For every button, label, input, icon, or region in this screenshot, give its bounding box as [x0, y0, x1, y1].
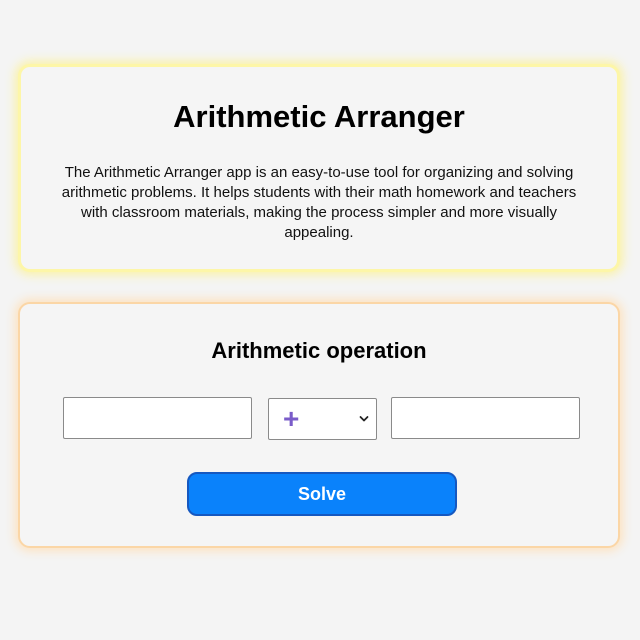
operator-selected-value: +	[283, 403, 300, 434]
operation-card: Arithmetic operation + Solve	[18, 302, 620, 548]
operator-select[interactable]: +	[268, 398, 377, 440]
chevron-down-icon	[359, 416, 369, 422]
intro-description: The Arithmetic Arranger app is an easy-t…	[61, 164, 577, 241]
second-operand-input[interactable]	[391, 397, 580, 439]
operation-title: Arithmetic operation	[211, 338, 427, 363]
solve-button[interactable]: Solve	[187, 472, 457, 516]
first-operand-input[interactable]	[63, 397, 252, 439]
intro-card: Arithmetic Arranger The Arithmetic Arran…	[18, 64, 620, 272]
page-title: Arithmetic Arranger	[173, 99, 465, 134]
